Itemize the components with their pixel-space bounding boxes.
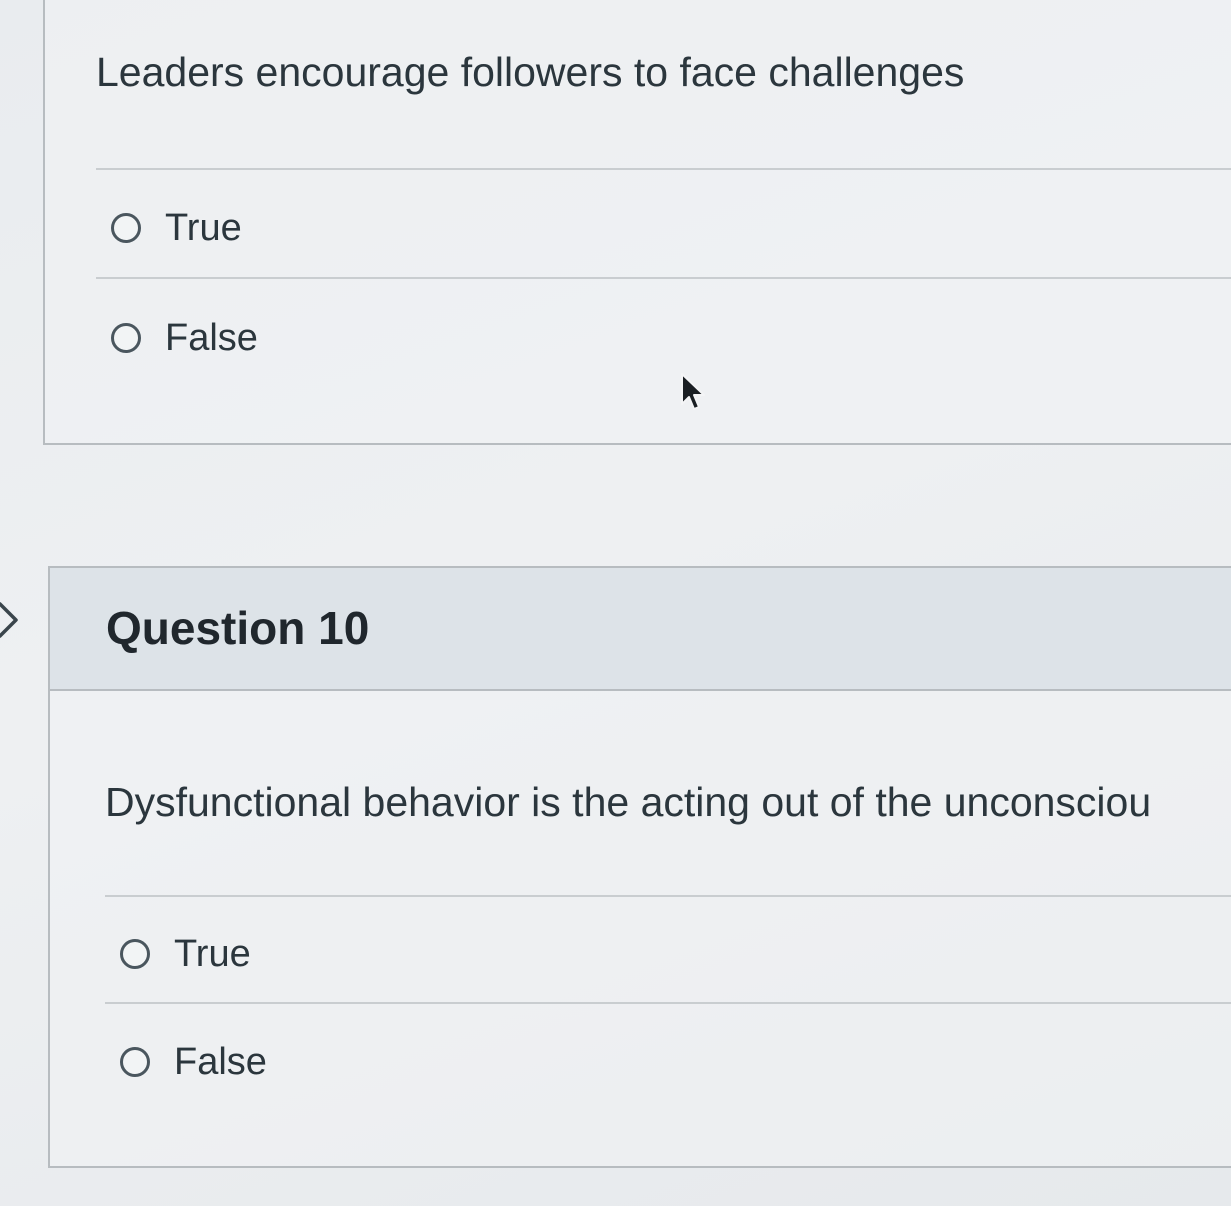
mouse-pointer-icon (681, 373, 705, 410)
answer-divider (96, 277, 1231, 279)
answer-label: False (174, 1041, 267, 1083)
question-10-prompt: Dysfunctional behavior is the acting out… (105, 779, 1152, 825)
answer-divider (105, 895, 1231, 897)
answer-option-false[interactable]: False (111, 316, 258, 360)
answer-option-true[interactable]: True (111, 206, 242, 250)
radio-button[interactable] (120, 939, 150, 969)
answer-label: False (165, 317, 258, 359)
answer-divider (105, 1002, 1231, 1004)
chevron-right-icon[interactable] (0, 600, 24, 640)
question-title: Question 10 (106, 602, 370, 654)
question-9-prompt: Leaders encourage followers to face chal… (96, 49, 965, 95)
radio-button[interactable] (111, 213, 141, 243)
answer-label: True (174, 933, 251, 975)
quiz-page: Leaders encourage followers to face chal… (0, 0, 1231, 1206)
radio-button[interactable] (120, 1047, 150, 1077)
answer-option-true[interactable]: True (120, 932, 251, 976)
answer-label: True (165, 207, 242, 249)
question-header: Question 10 (50, 568, 1231, 691)
answer-divider (96, 168, 1231, 170)
answer-option-false[interactable]: False (120, 1040, 267, 1084)
radio-button[interactable] (111, 323, 141, 353)
